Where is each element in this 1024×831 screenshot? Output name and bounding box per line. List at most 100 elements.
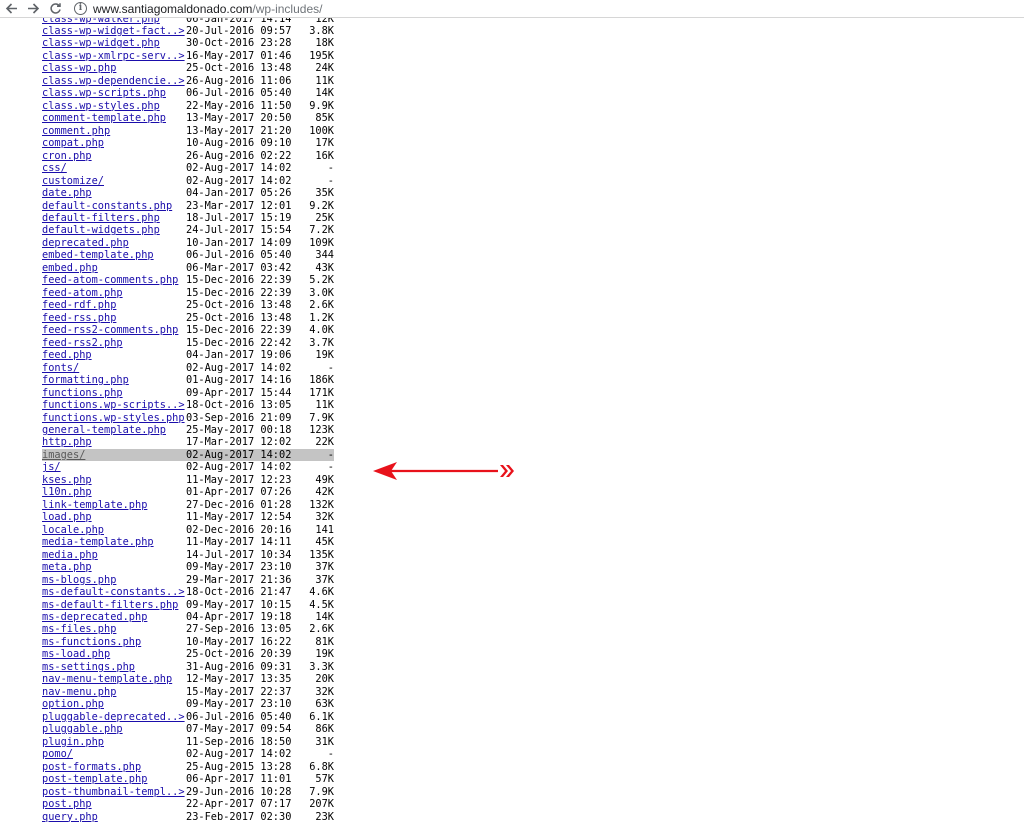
- file-size: 6.1K: [309, 710, 334, 723]
- file-link[interactable]: feed.php: [42, 349, 186, 361]
- file-link[interactable]: nav-menu-template.php: [42, 673, 186, 685]
- file-link[interactable]: default-filters.php: [42, 212, 186, 224]
- file-link[interactable]: images/: [42, 449, 186, 461]
- file-link[interactable]: class.wp-dependencie..>: [42, 75, 186, 87]
- file-link[interactable]: ms-functions.php: [42, 636, 186, 648]
- file-link[interactable]: feed-atom.php: [42, 287, 186, 299]
- file-link[interactable]: post.php: [42, 798, 186, 810]
- file-link[interactable]: feed-rdf.php: [42, 299, 186, 311]
- file-link[interactable]: query.php: [42, 811, 186, 823]
- file-link[interactable]: general-template.php: [42, 424, 186, 436]
- file-link[interactable]: customize/: [42, 175, 186, 187]
- file-link[interactable]: plugin.php: [42, 736, 186, 748]
- file-link[interactable]: http.php: [42, 436, 186, 448]
- file-link[interactable]: functions.wp-styles.php: [42, 412, 186, 424]
- table-row: post-thumbnail-templ..> 29-Jun-2016 10:28…: [42, 786, 334, 798]
- modified-date: 18-Jul-2017 15:19: [186, 212, 292, 224]
- file-link[interactable]: locale.php: [42, 524, 186, 536]
- file-link[interactable]: embed-template.php: [42, 249, 186, 261]
- forward-arrow-icon[interactable]: [22, 0, 44, 17]
- file-link[interactable]: nav-menu.php: [42, 686, 186, 698]
- file-link[interactable]: class-wp.php: [42, 62, 186, 74]
- file-link[interactable]: default-constants.php: [42, 200, 186, 212]
- modified-date: 11-May-2017 14:11: [186, 536, 292, 549]
- table-row: http.php 17-Mar-2017 12:02 22K: [42, 436, 334, 448]
- file-size: 32K: [315, 685, 334, 698]
- file-link[interactable]: js/: [42, 461, 186, 473]
- file-size: 35K: [315, 187, 334, 200]
- file-link[interactable]: pluggable.php: [42, 723, 186, 735]
- info-icon[interactable]: i: [74, 2, 87, 15]
- modified-date: 24-Jul-2017 15:54: [186, 224, 292, 237]
- file-size: 19K: [315, 349, 334, 362]
- file-size: 4.6K: [309, 586, 334, 599]
- file-link[interactable]: class.wp-styles.php: [42, 100, 186, 112]
- file-link[interactable]: pomo/: [42, 748, 186, 760]
- file-link[interactable]: functions.php: [42, 387, 186, 399]
- file-link[interactable]: ms-default-filters.php: [42, 599, 186, 611]
- modified-date: 06-Jul-2016 05:40: [186, 249, 292, 262]
- modified-date: 11-Sep-2016 18:50: [186, 735, 292, 748]
- file-link[interactable]: kses.php: [42, 474, 186, 486]
- reload-icon[interactable]: [44, 0, 66, 17]
- file-link[interactable]: css/: [42, 162, 186, 174]
- modified-date: 18-Oct-2016 21:47: [186, 586, 292, 599]
- file-link[interactable]: fonts/: [42, 362, 186, 374]
- file-link[interactable]: l10n.php: [42, 486, 186, 498]
- file-link[interactable]: feed-rss.php: [42, 312, 186, 324]
- file-link[interactable]: class-wp-widget.php: [42, 37, 186, 49]
- file-size: 186K: [309, 374, 334, 387]
- file-link[interactable]: media.php: [42, 549, 186, 561]
- table-row: link-template.php 27-Dec-2016 01:28 132K: [42, 499, 334, 511]
- address-bar[interactable]: i www.santiagomaldonado.com/wp-includes/: [74, 0, 322, 17]
- modified-date: 06-Jul-2016 05:40: [186, 87, 292, 100]
- file-link[interactable]: option.php: [42, 698, 186, 710]
- file-link[interactable]: ms-load.php: [42, 648, 186, 660]
- file-size: 3.3K: [309, 660, 334, 673]
- modified-date: 14-Jul-2017 10:34: [186, 548, 292, 561]
- table-row: post-formats.php 25-Aug-2015 13:28 6.8K: [42, 761, 334, 773]
- file-link[interactable]: cron.php: [42, 150, 186, 162]
- file-link[interactable]: ms-deprecated.php: [42, 611, 186, 623]
- file-link[interactable]: class.wp-scripts.php: [42, 87, 186, 99]
- file-link[interactable]: media-template.php: [42, 536, 186, 548]
- file-link[interactable]: link-template.php: [42, 499, 186, 511]
- file-link[interactable]: formatting.php: [42, 374, 186, 386]
- file-link[interactable]: class-wp-xmlrpc-serv..>: [42, 50, 186, 62]
- file-link[interactable]: post-formats.php: [42, 761, 186, 773]
- file-size: -: [327, 174, 334, 187]
- modified-date: 06-Apr-2017 11:01: [186, 773, 292, 786]
- file-link[interactable]: load.php: [42, 511, 186, 523]
- modified-date: 25-Oct-2016 13:48: [186, 299, 292, 312]
- file-link[interactable]: post-template.php: [42, 773, 186, 785]
- file-link[interactable]: pluggable-deprecated..>: [42, 711, 186, 723]
- table-row: class-wp-xmlrpc-serv..> 16-May-2017 01:46…: [42, 50, 334, 62]
- modified-date: 27-Sep-2016 13:05: [186, 623, 292, 636]
- file-size: 31K: [315, 735, 334, 748]
- file-link[interactable]: embed.php: [42, 262, 186, 274]
- file-size: 132K: [309, 498, 334, 511]
- modified-date: 15-May-2017 22:37: [186, 685, 292, 698]
- file-link[interactable]: ms-blogs.php: [42, 574, 186, 586]
- file-link[interactable]: post-thumbnail-templ..>: [42, 786, 186, 798]
- file-link[interactable]: comment.php: [42, 125, 186, 137]
- file-link[interactable]: ms-default-constants..>: [42, 586, 186, 598]
- modified-date: 04-Jan-2017 05:26: [186, 187, 292, 200]
- file-link[interactable]: ms-files.php: [42, 623, 186, 635]
- back-arrow-icon[interactable]: [0, 0, 22, 17]
- table-row: css/02-Aug-2017 14:02 -: [42, 162, 334, 174]
- file-link[interactable]: feed-atom-comments.php: [42, 274, 186, 286]
- file-link[interactable]: comment-template.php: [42, 112, 186, 124]
- file-link[interactable]: compat.php: [42, 137, 186, 149]
- file-link[interactable]: feed-rss2-comments.php: [42, 324, 186, 336]
- file-link[interactable]: meta.php: [42, 561, 186, 573]
- file-link[interactable]: functions.wp-scripts..>: [42, 399, 186, 411]
- modified-date: 20-Jul-2016 09:57: [186, 24, 292, 37]
- file-link[interactable]: class-wp-widget-fact..>: [42, 25, 186, 37]
- file-link[interactable]: feed-rss2.php: [42, 337, 186, 349]
- file-link[interactable]: default-widgets.php: [42, 224, 186, 236]
- file-link[interactable]: ms-settings.php: [42, 661, 186, 673]
- table-row: feed-atom.php 15-Dec-2016 22:39 3.0K: [42, 287, 334, 299]
- file-link[interactable]: deprecated.php: [42, 237, 186, 249]
- file-link[interactable]: date.php: [42, 187, 186, 199]
